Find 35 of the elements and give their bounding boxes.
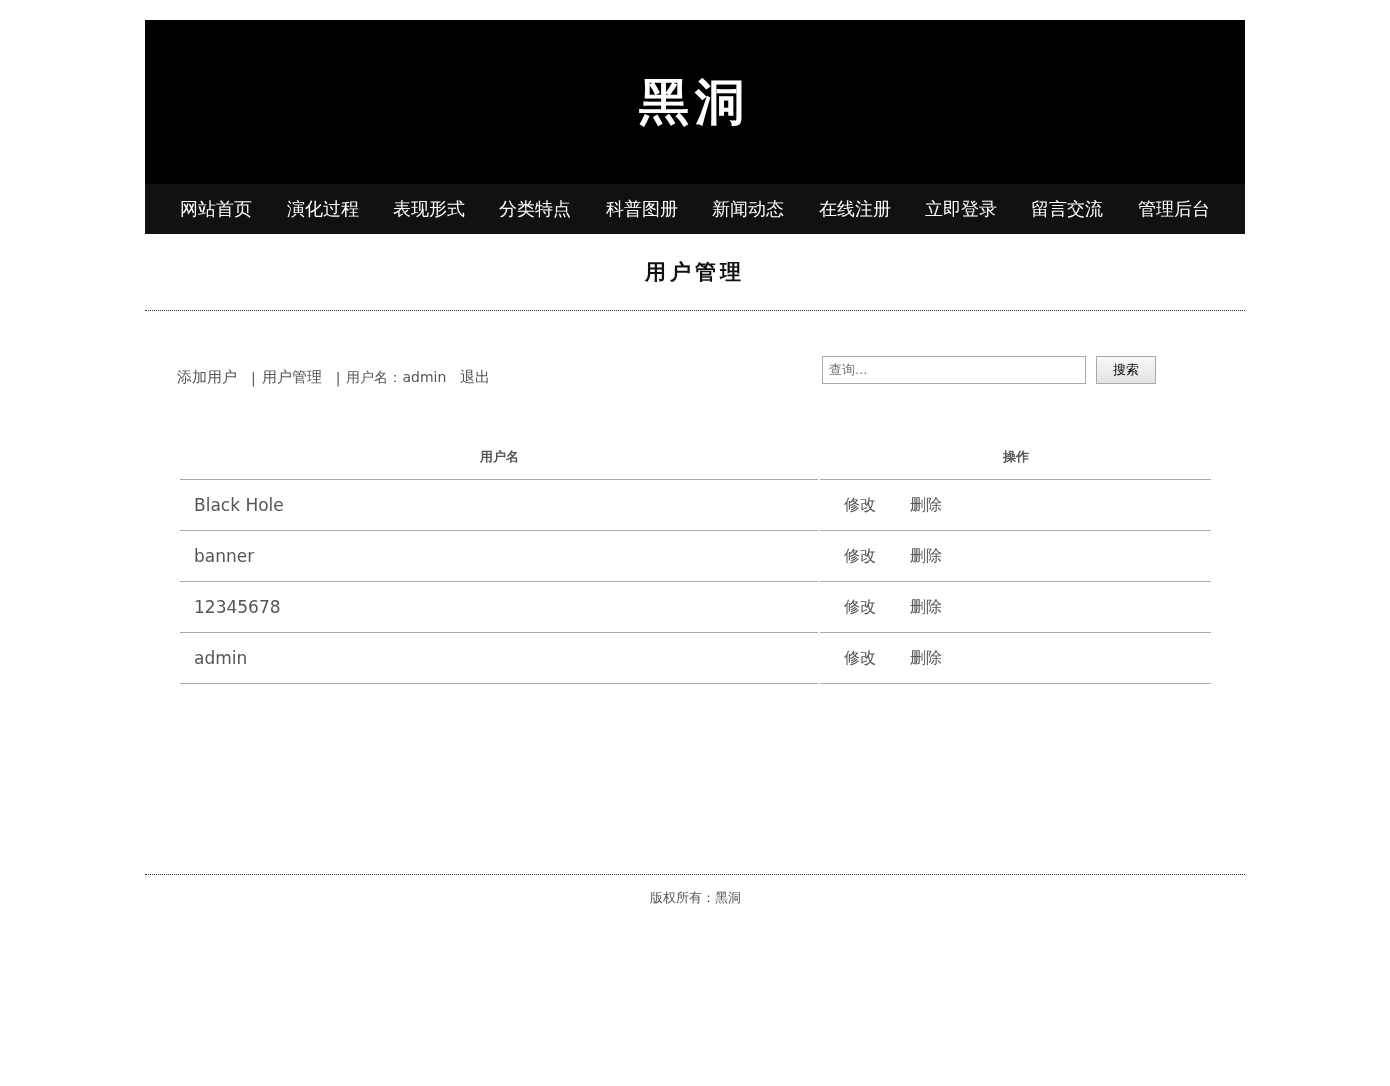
nav-link[interactable]: 网站首页 [180, 197, 253, 221]
action-link[interactable]: 删除 [910, 495, 942, 514]
nav-link[interactable]: 分类特点 [499, 197, 572, 221]
search-button[interactable]: 搜索 [1096, 355, 1156, 384]
toolbar-link[interactable]: 退出 [460, 368, 491, 387]
username-cell: Black Hole [180, 480, 818, 531]
nav-link[interactable]: 留言交流 [1031, 197, 1104, 221]
nav-link[interactable]: 演化过程 [286, 197, 359, 221]
nav-link[interactable]: 表现形式 [392, 197, 465, 221]
separator-text: | [335, 369, 341, 386]
username-label: 用户名：admin [346, 368, 447, 387]
copyright-text: 版权所有：黑洞 [649, 889, 741, 907]
separator-text: | [251, 369, 256, 386]
username-cell: admin [180, 633, 818, 684]
page-heading: 用户管理 [645, 258, 745, 286]
toolbar-link[interactable]: 用户管理 [261, 368, 322, 387]
search-field[interactable]: 查询... [822, 355, 1086, 384]
username-cell: 12345678 [180, 582, 818, 633]
column-header: 操作 [820, 435, 1211, 480]
username-cell: banner [180, 531, 818, 582]
action-link[interactable]: 删除 [910, 648, 942, 667]
action-link[interactable]: 修改 [844, 597, 876, 616]
action-link[interactable]: 删除 [910, 546, 942, 565]
action-link[interactable]: 修改 [844, 648, 876, 667]
action-link[interactable]: 删除 [910, 597, 942, 616]
action-link[interactable]: 修改 [844, 546, 876, 565]
nav-link[interactable]: 在线注册 [818, 197, 891, 221]
site-title: 黑洞 [639, 70, 751, 133]
nav-link[interactable]: 立即登录 [924, 197, 997, 221]
action-link[interactable]: 修改 [844, 495, 876, 514]
toolbar-link[interactable]: 添加用户 [177, 368, 237, 387]
column-header: 用户名 [180, 435, 818, 480]
nav-link[interactable]: 管理后台 [1137, 197, 1210, 221]
nav-link[interactable]: 新闻动态 [712, 197, 785, 221]
nav-link[interactable]: 科普图册 [605, 197, 678, 221]
